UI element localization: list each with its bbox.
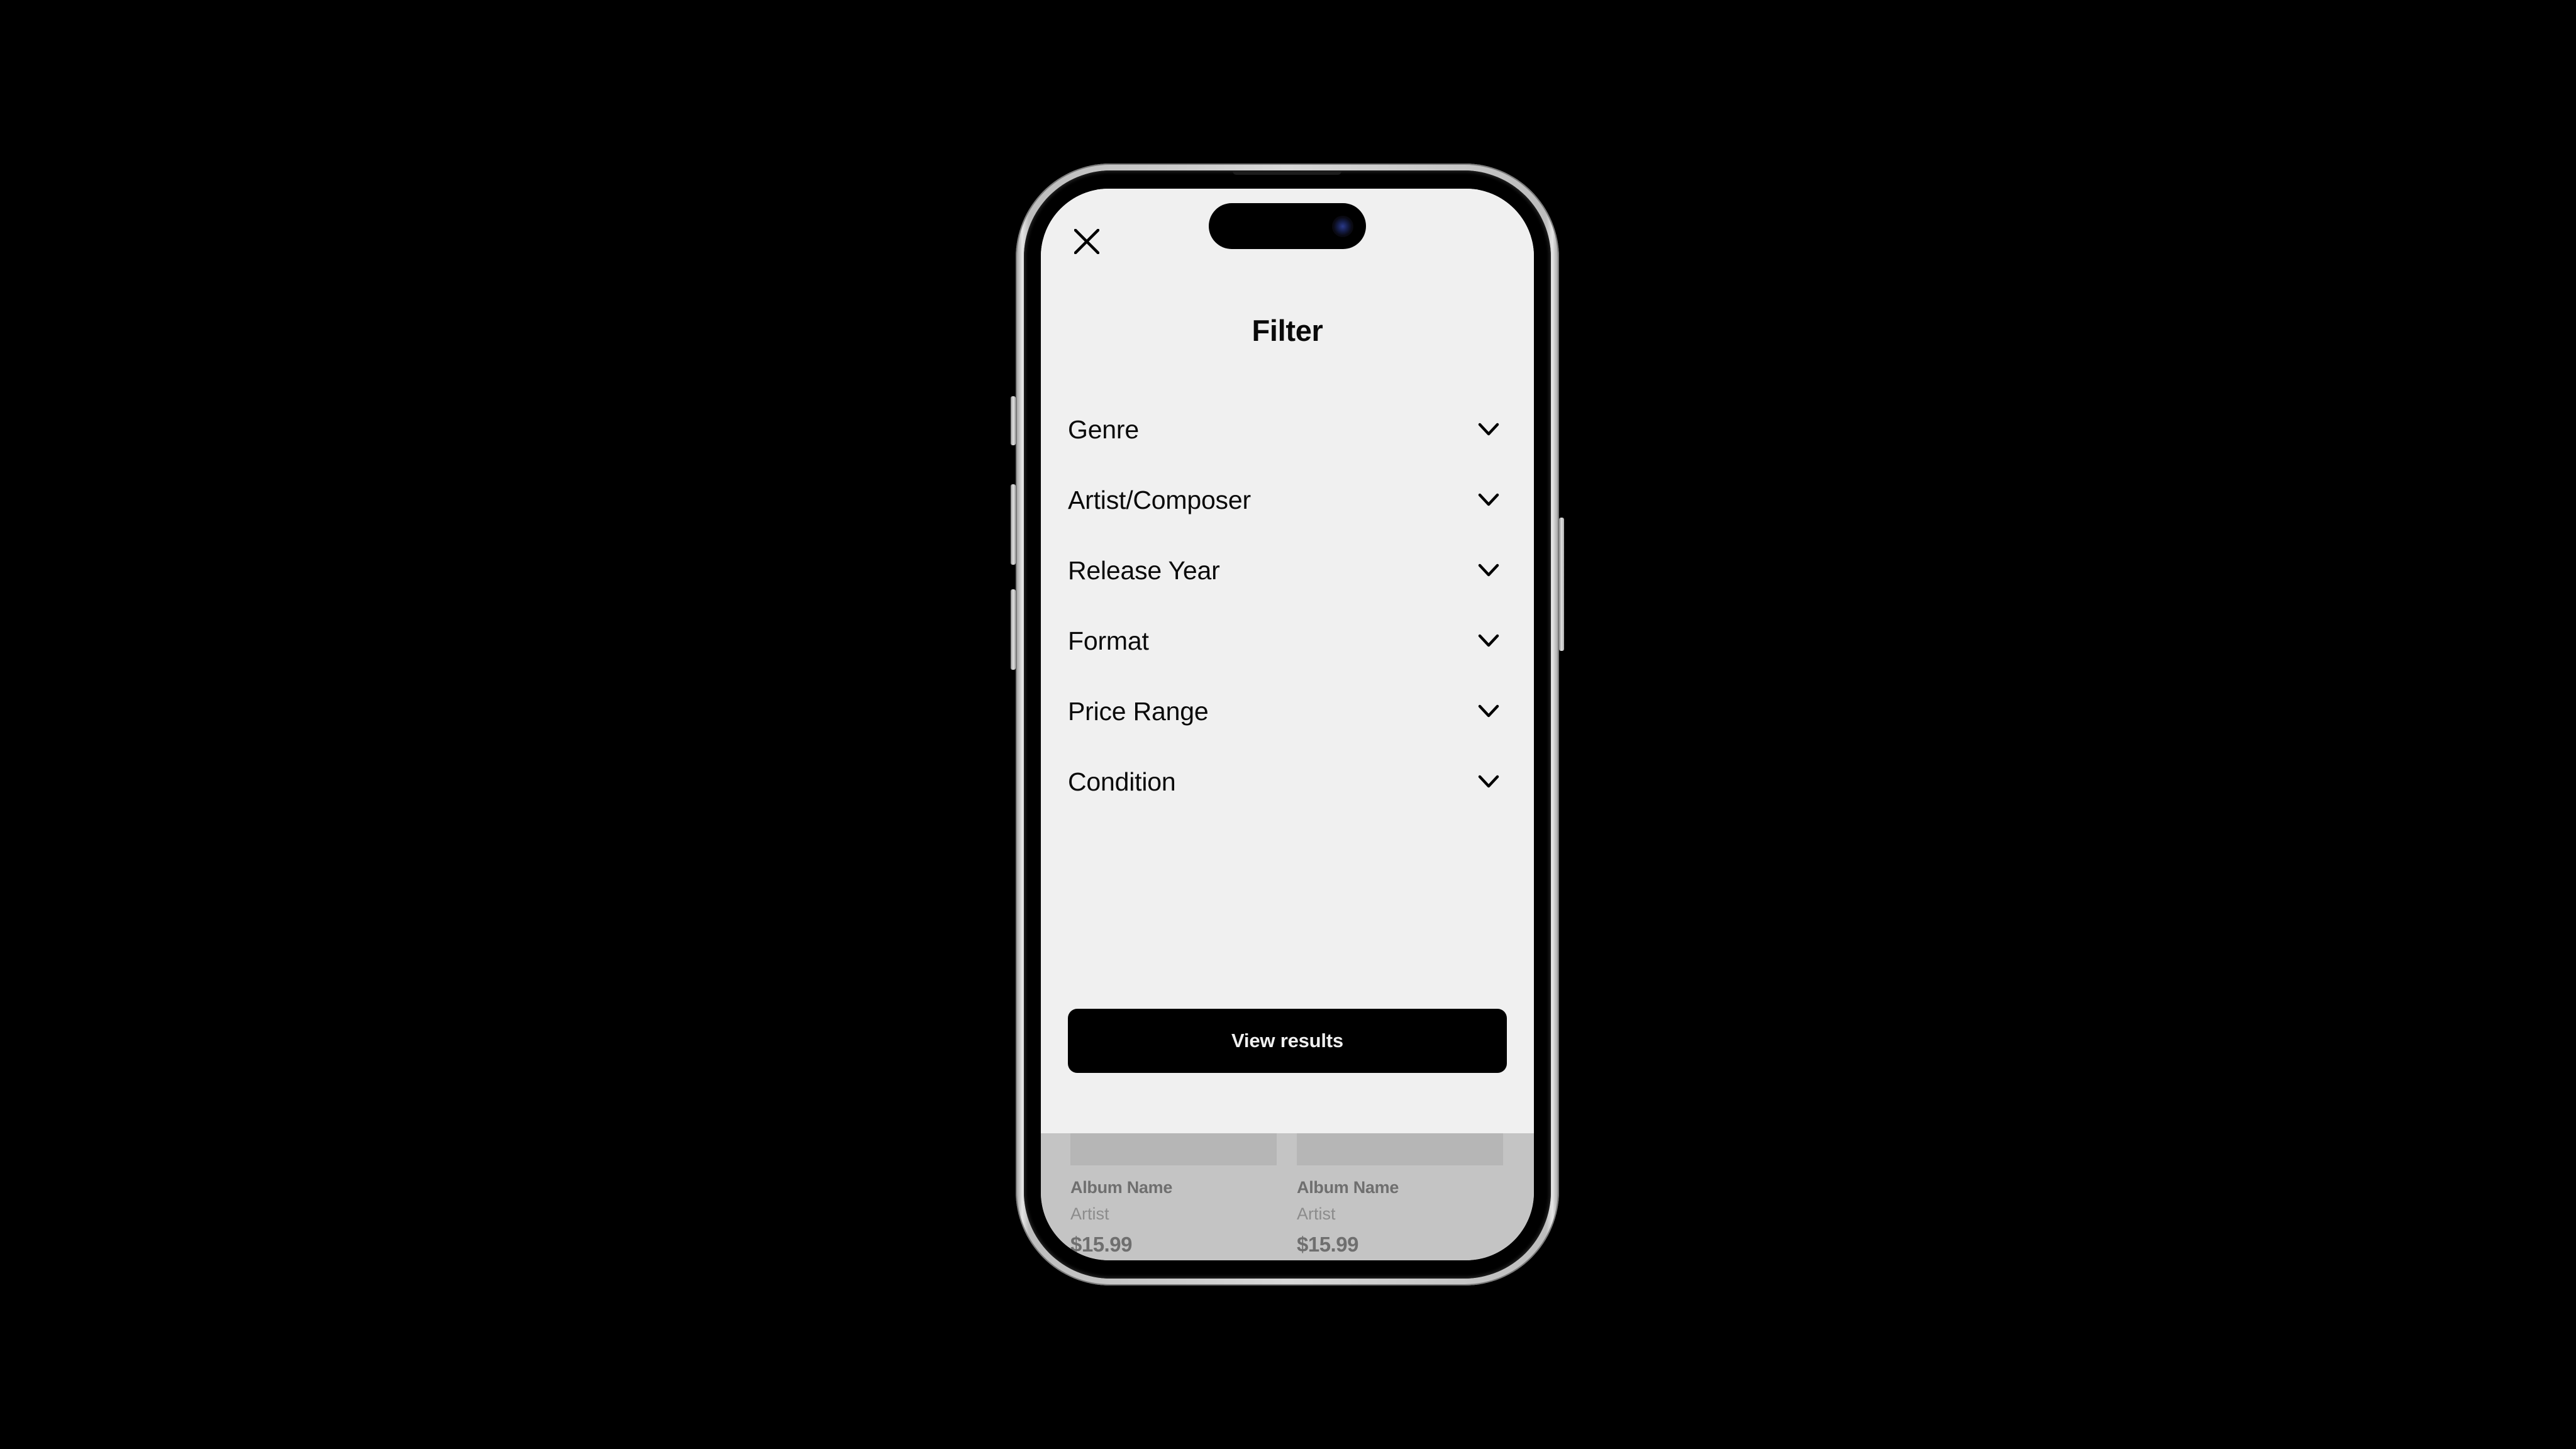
- view-results-button[interactable]: View results: [1068, 1009, 1507, 1073]
- filter-row-condition[interactable]: Condition: [1068, 747, 1508, 817]
- power-button: [1559, 518, 1564, 651]
- filter-label: Condition: [1068, 767, 1176, 796]
- chevron-down-icon: [1476, 769, 1501, 794]
- album-price: $15.99: [1070, 1233, 1132, 1256]
- stage: Album Name Artist $15.99 Album Name Arti…: [0, 0, 2576, 1449]
- filter-label: Genre: [1068, 414, 1139, 444]
- filter-label: Price Range: [1068, 696, 1209, 726]
- album-name: Album Name: [1070, 1178, 1173, 1197]
- filter-label: Format: [1068, 626, 1149, 655]
- filter-row-price-range[interactable]: Price Range: [1068, 676, 1508, 747]
- phone-screen: Album Name Artist $15.99 Album Name Arti…: [1041, 189, 1534, 1260]
- chevron-down-icon: [1476, 558, 1501, 583]
- front-camera-icon: [1332, 216, 1353, 237]
- filter-row-artist-composer[interactable]: Artist/Composer: [1068, 465, 1508, 535]
- album-artist: Artist: [1070, 1204, 1109, 1223]
- filter-sheet: Filter Genre Artist/Composer Release Yea…: [1041, 189, 1534, 1133]
- album-artist: Artist: [1297, 1204, 1336, 1223]
- filter-row-release-year[interactable]: Release Year: [1068, 535, 1508, 606]
- page-title: Filter: [1252, 314, 1323, 347]
- chevron-down-icon: [1476, 628, 1501, 653]
- close-button[interactable]: [1071, 226, 1102, 257]
- album-price: $15.99: [1297, 1233, 1358, 1256]
- chevron-down-icon: [1476, 417, 1501, 442]
- volume-up-button: [1011, 484, 1016, 565]
- filter-label: Release Year: [1068, 555, 1220, 585]
- volume-down-button: [1011, 589, 1016, 670]
- filter-row-genre[interactable]: Genre: [1068, 394, 1508, 465]
- dynamic-island: [1209, 203, 1366, 249]
- action-button: [1011, 396, 1016, 445]
- chevron-down-icon: [1476, 487, 1501, 513]
- album-name: Album Name: [1297, 1178, 1399, 1197]
- filter-row-format[interactable]: Format: [1068, 606, 1508, 676]
- chevron-down-icon: [1476, 699, 1501, 724]
- earpiece-speaker: [1233, 170, 1341, 175]
- filter-list: Genre Artist/Composer Release Year Forma…: [1068, 394, 1508, 817]
- close-icon: [1074, 229, 1099, 254]
- filter-label: Artist/Composer: [1068, 485, 1251, 514]
